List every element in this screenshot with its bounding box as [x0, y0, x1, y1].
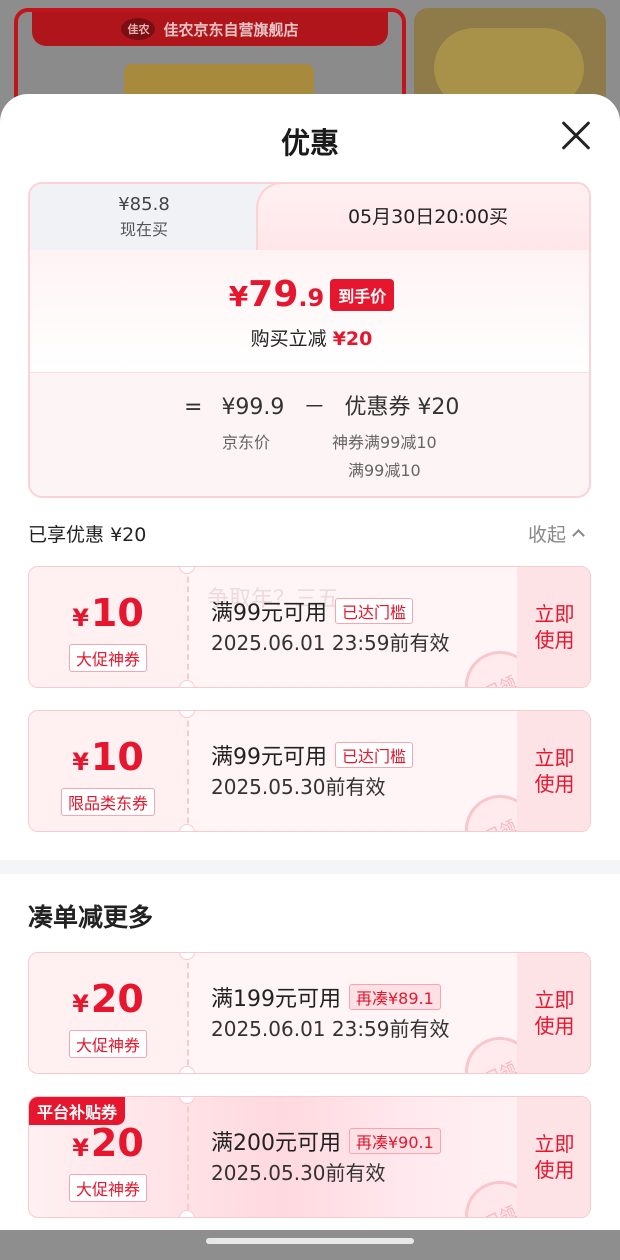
use-now-button[interactable]: 立即使用 — [517, 567, 590, 687]
coupon-value: ¥20 大促神券 — [29, 953, 187, 1073]
store-logo: 佳农 — [121, 18, 156, 40]
coupon-validity: 2025.06.01 23:59前有效 — [211, 631, 450, 655]
store-name: 佳农京东自营旗舰店 — [163, 20, 299, 39]
minus-sign: － — [303, 395, 326, 420]
coupon-condition: 满99元可用 已达门槛 — [211, 595, 414, 627]
collapse-label: 收起 — [528, 524, 567, 546]
coupon-amount: ¥20 — [29, 979, 187, 1024]
coupon-notch-bottom — [179, 680, 195, 687]
coupon-condition-text: 满199元可用 — [211, 987, 341, 1012]
reduce-amount: ¥20 — [332, 328, 373, 350]
use-now-button[interactable]: 立即使用 — [517, 1097, 590, 1217]
coupon-yen: ¥ — [72, 1134, 89, 1162]
coupon-amount-value: 10 — [90, 591, 144, 635]
coupon-divider — [187, 1097, 189, 1217]
price-breakdown: = ¥99.9 － 优惠券 ¥20 京东价 神券满99减10 满99减10 — [30, 372, 589, 496]
coupon-topup-tag: 再凑¥89.1 — [349, 984, 441, 1010]
enjoyed-discount: 已享优惠 ¥20 — [28, 520, 146, 547]
equals-sign: = — [184, 395, 203, 420]
chevron-up-icon — [572, 529, 585, 542]
final-price-tag: 到手价 — [330, 278, 395, 311]
coupon-detail-1: 神券满99减10 — [332, 433, 437, 452]
coupon-card: ¥20 大促神券 满199元可用 再凑¥89.1 2025.06.01 23:59… — [28, 952, 591, 1074]
tab-buy-now[interactable]: ¥85.8 现在买 — [30, 184, 280, 250]
section-divider — [0, 860, 620, 874]
platform-subsidy-badge: 平台补贴券 — [29, 1097, 126, 1125]
final-dec: .9 — [298, 284, 325, 312]
coupon-validity: 2025.06.01 23:59前有效 — [211, 1017, 450, 1041]
system-nav-bar — [0, 1230, 620, 1260]
discount-sheet: 优惠 ¥85.8 现在买 05月30日20:00买 ¥79.9 到手价 购买立减 … — [0, 94, 620, 1230]
coupon-yen: ¥ — [72, 604, 89, 632]
coupon-notch-bottom — [179, 1066, 195, 1073]
coupon-card: ¥20 大促神券 平台补贴券 满200元可用 再凑¥90.1 2025.05.30… — [28, 1096, 591, 1218]
store-banner: 佳农 佳农京东自营旗舰店 — [32, 12, 388, 46]
final-int: 79 — [248, 274, 299, 315]
coupon-yen: ¥ — [72, 990, 89, 1018]
coupon-amount-value: 20 — [90, 977, 144, 1021]
coupon-yen: ¥ — [72, 748, 89, 776]
reduce-label: 购买立减 — [250, 328, 327, 350]
coupon-validity: 2025.05.30前有效 — [211, 775, 386, 799]
home-indicator[interactable] — [206, 1238, 414, 1244]
sheet-title: 优惠 — [280, 126, 339, 160]
coupon-type: 大促神券 — [68, 1030, 147, 1058]
collapse-button[interactable]: 收起 — [528, 520, 585, 547]
coupon-condition-text: 满200元可用 — [211, 1131, 341, 1156]
coupon-amount: ¥10 — [29, 593, 187, 638]
jd-price-label: 京东价 — [222, 433, 271, 452]
coupon-amount-value: 20 — [90, 1121, 144, 1165]
coupon-threshold-tag: 已达门槛 — [335, 598, 414, 624]
coupon-card: ¥10 限品类东券 满99元可用 已达门槛 2025.05.30前有效 已领 立即… — [28, 710, 591, 832]
enjoyed-label: 已享优惠 — [28, 524, 105, 546]
coupon-detail-2: 满99减10 — [348, 461, 421, 480]
coupon-condition-text: 满99元可用 — [211, 745, 327, 770]
coupon-amount-value: 10 — [90, 735, 144, 779]
coupon-amount: ¥10 — [29, 737, 187, 782]
coupon-topup-tag: 再凑¥90.1 — [349, 1128, 441, 1154]
use-now-button[interactable]: 立即使用 — [517, 711, 590, 831]
coupon-type: 大促神券 — [68, 644, 147, 672]
coupon-value: ¥10 大促神券 — [29, 567, 187, 687]
coupon-total: 优惠券 ¥20 — [344, 395, 460, 420]
use-now-button[interactable]: 立即使用 — [517, 953, 590, 1073]
coupon-type: 限品类东券 — [60, 788, 155, 816]
later-label: 05月30日20:00买 — [347, 206, 509, 228]
final-price: ¥79.9 — [229, 274, 324, 315]
coupon-condition: 满199元可用 再凑¥89.1 — [211, 981, 441, 1013]
coupon-value: ¥10 限品类东券 — [29, 711, 187, 831]
coupon-validity: 2025.05.30前有效 — [211, 1161, 386, 1185]
coupon-notch-bottom — [179, 1210, 195, 1217]
coupon-condition: 满200元可用 再凑¥90.1 — [211, 1125, 441, 1157]
final-yen: ¥ — [228, 280, 249, 313]
jd-price: ¥99.9 — [221, 395, 285, 420]
coupon-divider — [187, 711, 189, 831]
final-price-row: ¥79.9 到手价 — [30, 274, 589, 315]
price-formula: = ¥99.9 － 优惠券 ¥20 — [184, 389, 471, 421]
now-label: 现在买 — [119, 220, 168, 239]
coupon-threshold-tag: 已达门槛 — [335, 742, 414, 768]
coupon-divider — [187, 953, 189, 1073]
coupon-card: ¥10 大促神券 争取年？三五 满99元可用 已达门槛 2025.06.01 23… — [28, 566, 591, 688]
section-title: 凑单减更多 — [28, 903, 154, 932]
enjoyed-amount: ¥20 — [110, 524, 147, 546]
coupon-type: 大促神券 — [68, 1174, 147, 1202]
price-compare-panel: ¥85.8 现在买 05月30日20:00买 ¥79.9 到手价 购买立减 ¥20… — [28, 182, 591, 498]
close-icon[interactable] — [556, 116, 596, 156]
reduce-row: 购买立减 ¥20 — [30, 324, 589, 351]
coupon-notch-bottom — [179, 824, 195, 831]
coupon-amount: ¥20 — [29, 1123, 187, 1168]
now-price: ¥85.8 — [118, 194, 170, 215]
coupon-divider — [187, 567, 189, 687]
coupon-detail: 神券满99减10 满99减10 — [332, 429, 437, 485]
coupon-condition-text: 满99元可用 — [211, 601, 327, 626]
coupon-condition: 满99元可用 已达门槛 — [211, 739, 414, 771]
